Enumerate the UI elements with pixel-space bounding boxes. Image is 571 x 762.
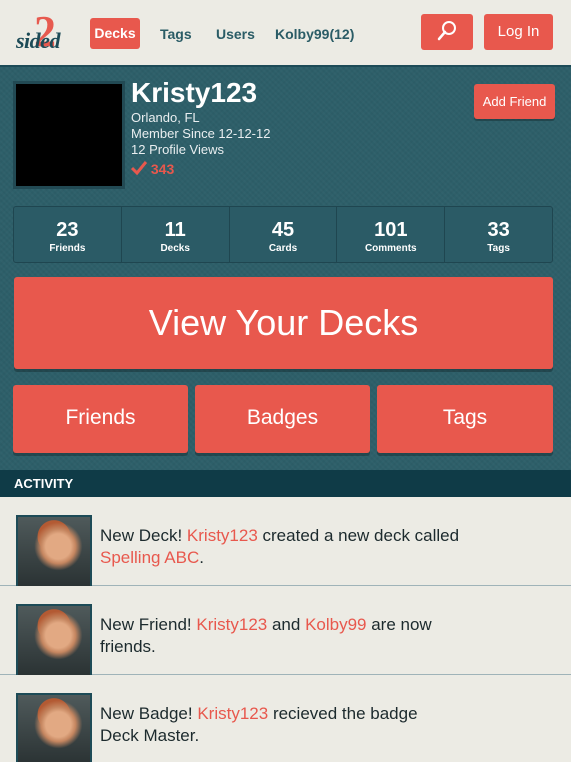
- stat-label: Comments: [364, 243, 417, 254]
- nav-tags[interactable]: Tags: [160, 26, 192, 42]
- view-decks-button[interactable]: View Your Decks: [14, 277, 553, 369]
- activity-text: New Friend! Kristy123 and Kolby99 are no…: [100, 614, 460, 658]
- profile-name: Kristy123: [131, 77, 258, 108]
- activity-text: New Deck! Kristy123 created a new deck c…: [100, 525, 460, 569]
- stat-value: 23: [56, 219, 79, 241]
- user-link[interactable]: Kristy123: [187, 526, 258, 545]
- activity-text-part: created a new deck called: [257, 526, 460, 545]
- stat-value: 11: [164, 219, 186, 241]
- activity-header: ACTIVITY: [0, 470, 571, 497]
- stat-label: Tags: [487, 243, 510, 254]
- search-button[interactable]: [421, 14, 473, 50]
- stat-value: 45: [271, 219, 295, 241]
- profile-panel: Kristy123 Orlando, FL Member Since 12-12…: [0, 67, 571, 470]
- stat-label: Cards: [268, 243, 298, 254]
- profile-avatar: [13, 81, 125, 189]
- activity-text-part: New Friend!: [100, 615, 197, 634]
- login-button[interactable]: Log In: [484, 14, 553, 50]
- tags-button[interactable]: Tags: [377, 385, 553, 453]
- stat-comments[interactable]: 101 Comments: [337, 207, 446, 262]
- stat-label: Friends: [49, 243, 86, 254]
- activity-item: New Friend! Kristy123 and Kolby99 are no…: [0, 586, 571, 678]
- stat-value: 33: [487, 219, 510, 241]
- nav-users[interactable]: Users: [216, 26, 255, 42]
- stat-label: Decks: [160, 243, 190, 254]
- stat-friends[interactable]: 23 Friends: [14, 207, 122, 262]
- logo-word: sided: [16, 28, 60, 53]
- activity-text-part: .: [199, 548, 204, 567]
- user-avatar[interactable]: [16, 515, 92, 589]
- profile-score: 343: [130, 161, 175, 177]
- deck-link[interactable]: Spelling ABC: [100, 548, 199, 567]
- stat-tags[interactable]: 33 Tags: [445, 207, 552, 262]
- user-link[interactable]: Kristy123: [196, 615, 267, 634]
- nav-user-account[interactable]: Kolby99(12): [275, 26, 354, 42]
- stat-cards[interactable]: 45 Cards: [230, 207, 338, 262]
- profile-location: Orlando, FL: [131, 110, 200, 125]
- activity-item: New Deck! Kristy123 created a new deck c…: [0, 497, 571, 589]
- search-icon: [437, 21, 456, 41]
- profile-views: 12 Profile Views: [131, 142, 224, 157]
- profile-score-value: 343: [150, 161, 175, 177]
- stat-value: 101: [374, 219, 408, 241]
- activity-text: New Badge! Kristy123 recieved the badge …: [100, 703, 460, 747]
- logo[interactable]: 2 sided: [16, 10, 72, 54]
- activity-item: New Badge! Kristy123 recieved the badge …: [0, 675, 571, 762]
- profile-member-since: Member Since 12-12-12: [131, 126, 271, 141]
- badges-button[interactable]: Badges: [195, 385, 370, 453]
- add-friend-button[interactable]: Add Friend: [474, 84, 555, 119]
- activity-text-part: and: [267, 615, 306, 634]
- profile-stats: 23 Friends 11 Decks 45 Cards 101 Comment…: [13, 206, 553, 263]
- user-link[interactable]: Kolby99: [305, 615, 366, 634]
- checkmark-icon: [130, 161, 148, 176]
- user-avatar[interactable]: [16, 693, 92, 762]
- top-navbar: 2 sided Decks Tags Users Kolby99(12) Log…: [0, 0, 571, 67]
- user-avatar[interactable]: [16, 604, 92, 678]
- activity-text-part: New Badge!: [100, 704, 198, 723]
- friends-button[interactable]: Friends: [13, 385, 188, 453]
- user-link[interactable]: Kristy123: [197, 704, 268, 723]
- activity-text-part: New Deck!: [100, 526, 187, 545]
- nav-decks[interactable]: Decks: [90, 18, 140, 49]
- stat-decks[interactable]: 11 Decks: [122, 207, 230, 262]
